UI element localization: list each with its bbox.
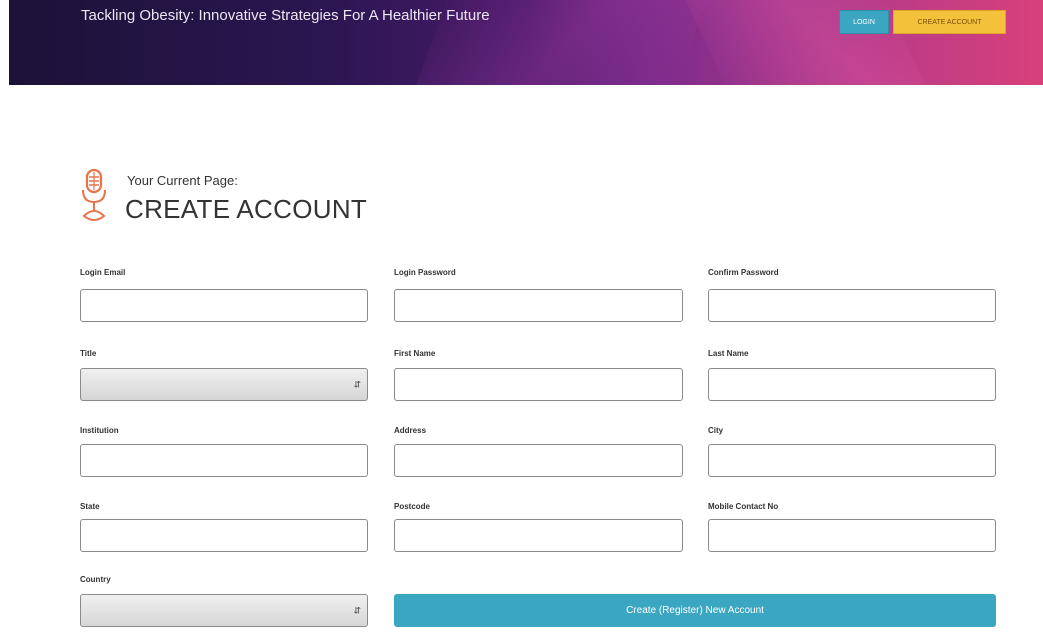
up-down-arrows-icon: ⇵ [353, 605, 361, 615]
last-name-label: Last Name [708, 349, 749, 358]
first-name-label: First Name [394, 349, 436, 358]
state-field[interactable] [80, 519, 368, 552]
mobile-field[interactable] [708, 519, 996, 552]
address-label: Address [394, 426, 427, 435]
city-label: City [708, 426, 724, 435]
institution-label: Institution [80, 426, 119, 435]
register-button[interactable]: Create (Register) New Account [394, 594, 996, 627]
current-page-label: Your Current Page: [127, 173, 238, 188]
postcode-label: Postcode [394, 502, 431, 511]
state-label: State [80, 502, 100, 511]
login-email-label: Login Email [80, 268, 126, 277]
page-title: CREATE ACCOUNT [125, 194, 368, 224]
site-header: Tackling Obesity: Innovative Strategies … [9, 0, 1043, 85]
login-password-field[interactable] [394, 289, 683, 322]
institution-field[interactable] [80, 444, 368, 477]
microphone-icon [82, 168, 106, 221]
login-email-field[interactable] [80, 289, 368, 322]
up-down-arrows-icon: ⇵ [353, 379, 361, 389]
create-account-button[interactable]: CREATE ACCOUNT [893, 10, 1006, 34]
last-name-field[interactable] [708, 368, 996, 401]
confirm-password-label: Confirm Password [708, 268, 779, 277]
title-label: Title [80, 349, 97, 358]
login-button[interactable]: LOGIN [839, 10, 889, 34]
country-select[interactable]: ⇵ [80, 594, 368, 627]
title-select[interactable]: ⇵ [80, 368, 368, 401]
site-title[interactable]: Tackling Obesity: Innovative Strategies … [81, 7, 490, 24]
country-label: Country [80, 575, 111, 584]
first-name-field[interactable] [394, 368, 683, 401]
login-password-label: Login Password [394, 268, 456, 277]
city-field[interactable] [708, 444, 996, 477]
postcode-field[interactable] [394, 519, 683, 552]
address-field[interactable] [394, 444, 683, 477]
confirm-password-field[interactable] [708, 289, 996, 322]
mobile-label: Mobile Contact No [708, 502, 779, 511]
